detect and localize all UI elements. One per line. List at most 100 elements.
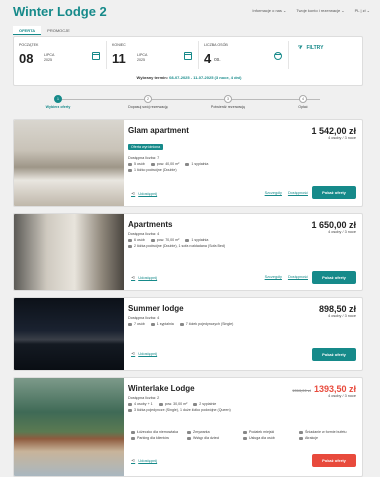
area-icon — [150, 162, 155, 166]
discounted-price: 1393,50 zł — [313, 384, 356, 394]
share-link[interactable]: ⋖ Udostępnij — [131, 275, 157, 281]
step-1: 1 Wybierz oferty — [45, 95, 71, 109]
amenities-list: Łóżeczko dla niemowlaka Zmywarka Podatek… — [131, 430, 357, 442]
offer-links: Szczegóły Dostępność — [265, 191, 308, 195]
person-icon — [128, 162, 132, 166]
step-3: 3 Potwierdź rezerwację — [210, 95, 246, 109]
guests-icon — [274, 52, 282, 60]
offer-beds: 3 łóżka pojedyncze (Single), 1 duże łóżk… — [128, 408, 288, 412]
step-2: 2 Dopasuj swój rezerwację — [128, 95, 168, 109]
guests-unit: os. — [214, 57, 221, 63]
start-month-year: LIPCA 2025 — [44, 53, 55, 62]
share-icon: ⋖ — [131, 191, 136, 197]
guests-field[interactable]: LICZBA OSÓB 4 os. — [199, 41, 289, 69]
bed-icon — [128, 244, 132, 248]
featured-badge: Oferta wyróżniona — [128, 144, 164, 150]
offer-availability: Dostępna liczba: 7 — [128, 156, 160, 160]
end-date-label: KONIEC — [112, 43, 126, 47]
offer-links: Szczegóły Dostępność — [265, 275, 308, 279]
offer-price: 1 650,00 zł 4 osoby / 3 noce — [311, 220, 356, 234]
filters-button[interactable]: ⧩ FILTRY — [298, 45, 323, 51]
calendar-icon — [92, 52, 100, 60]
header: Winter Lodge 2 Informacje o nas ⌄ Twoje … — [0, 0, 380, 24]
share-icon: ⋖ — [131, 275, 136, 281]
account-menu[interactable]: Twoje konto i rezerwacje ⌄ — [296, 8, 344, 13]
person-icon — [128, 322, 132, 326]
share-icon: ⋖ — [131, 351, 136, 357]
start-date-field[interactable]: POCZĄTEK 08 LIPCA 2025 — [14, 41, 107, 69]
offer-features: 5 osób pow. 40,00 m² 1 sypialnia — [128, 162, 288, 166]
bed-icon — [128, 168, 132, 172]
offer-title[interactable]: Winterlake Lodge — [128, 384, 288, 393]
end-day: 11 — [112, 51, 126, 66]
page-title: Winter Lodge 2 — [13, 4, 107, 19]
tabs: OFERTA PROMOCJE — [13, 26, 76, 35]
progress-steps: 1 Wybierz oferty 2 Dopasuj swój rezerwac… — [13, 92, 363, 116]
show-offers-button[interactable]: Pokaż oferty — [312, 454, 356, 467]
offer-title[interactable]: Glam apartment — [128, 126, 288, 135]
offer-title[interactable]: Apartments — [128, 220, 288, 229]
amenity-item: Usługa dla osób — [243, 436, 299, 440]
offer-features: 6 osób pow. 70,00 m² 1 sypialnia — [128, 238, 288, 242]
guests-label: LICZBA OSÓB — [204, 43, 228, 47]
bedroom-icon — [185, 238, 190, 242]
show-offers-button[interactable]: Pokaż oferty — [312, 271, 356, 284]
offer-photo[interactable] — [14, 214, 124, 290]
offer-title[interactable]: Summer lodge — [128, 304, 288, 313]
offer-beds: 2 łóżka podwójne (Double), 1 sofa rozkła… — [128, 244, 288, 248]
amenity-item: Podatek miejski — [243, 430, 299, 434]
selected-term: Wybrany termin: 08-07-2025 - 11-07-2025 … — [136, 75, 242, 80]
amenity-item: Śniadanie w formie bufetu — [299, 430, 355, 434]
bedroom-icon — [193, 402, 198, 406]
show-offers-button[interactable]: Pokaż oferty — [312, 186, 356, 199]
details-link[interactable]: Szczegóły — [265, 275, 282, 279]
about-menu[interactable]: Informacje o nas ⌄ — [252, 8, 286, 13]
guests-count: 4 — [204, 51, 212, 66]
amenity-item: Łóżeczko dla niemowlaka — [131, 430, 187, 434]
offer-availability: Dostępna liczba: 4 — [128, 232, 160, 236]
tab-offer[interactable]: OFERTA — [13, 26, 42, 35]
offer-card: Summer lodge Dostępna liczba: 4 7 osób 1… — [13, 297, 363, 371]
show-offers-button[interactable]: Pokaż oferty — [312, 348, 356, 361]
details-link[interactable]: Szczegóły — [265, 191, 282, 195]
page: Winter Lodge 2 Informacje o nas ⌄ Twoje … — [0, 0, 380, 477]
start-date-label: POCZĄTEK — [19, 43, 39, 47]
filter-icon: ⧩ — [298, 45, 303, 51]
tab-promotions[interactable]: PROMOCJE — [41, 26, 76, 35]
language-currency-menu[interactable]: PL | zł ⌄ — [355, 8, 370, 13]
availability-link[interactable]: Dostępność — [288, 275, 308, 279]
bed-icon — [179, 322, 184, 326]
share-link[interactable]: ⋖ Udostępnij — [131, 351, 157, 357]
offer-photo[interactable] — [14, 120, 124, 206]
person-icon — [128, 402, 132, 406]
offer-availability: Dostępna liczba: 2 — [128, 396, 160, 400]
offer-card: Apartments Dostępna liczba: 4 6 osób pow… — [13, 213, 363, 291]
area-icon — [150, 238, 155, 242]
share-icon: ⋖ — [131, 458, 136, 464]
offer-card: Winterlake Lodge Dostępna liczba: 2 4 os… — [13, 377, 363, 477]
offer-photo[interactable] — [14, 378, 124, 476]
offer-photo[interactable] — [14, 298, 124, 370]
offer-price: 1 542,00 zł 4 osoby / 3 noce — [311, 126, 356, 140]
offer-beds: 1 łóżko podwójne (Double) — [128, 168, 288, 172]
availability-link[interactable]: Dostępność — [288, 191, 308, 195]
filters-label: FILTRY — [306, 45, 324, 51]
end-date-field[interactable]: KONIEC 11 LIPCA 2025 — [107, 41, 199, 69]
person-icon — [128, 238, 132, 242]
share-link[interactable]: ⋖ Udostępnij — [131, 458, 157, 464]
offer-card: Glam apartment Oferta wyróżniona Dostępn… — [13, 119, 363, 207]
offer-features: 7 osób 1 sypialnia 7 łóżek pojedynczych … — [128, 322, 288, 326]
steps-line — [58, 99, 320, 100]
share-link[interactable]: ⋖ Udostępnij — [131, 191, 157, 197]
offer-features: 4 osoby + 1 pow. 30,00 m² 2 sypialnie — [128, 402, 288, 406]
bedroom-icon — [150, 322, 155, 326]
amenity-item: Zmywarka — [187, 430, 243, 434]
amenity-item: Wstęp dla dzieci — [187, 436, 243, 440]
end-month-year: LIPCA 2025 — [137, 53, 148, 62]
start-day: 08 — [19, 51, 34, 66]
old-price: 1513,00 zł — [292, 388, 311, 393]
offer-availability: Dostępna liczba: 4 — [128, 316, 160, 320]
search-box: POCZĄTEK 08 LIPCA 2025 KONIEC 11 LIPCA 202… — [13, 36, 363, 86]
amenity-item: Atrakcje — [299, 436, 355, 440]
step-4: 4 Opłać — [298, 95, 308, 109]
